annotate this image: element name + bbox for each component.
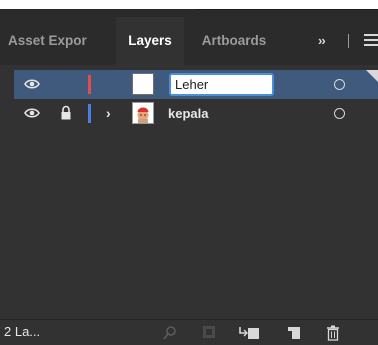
new-sublayer-icon[interactable] — [238, 325, 260, 341]
trash-icon[interactable] — [326, 325, 340, 341]
tab-separator — [348, 34, 349, 48]
background-strip — [0, 0, 378, 9]
eye-icon[interactable] — [24, 78, 40, 90]
layer-count-label: 2 La... — [4, 324, 41, 339]
layer-name-label[interactable]: kepala — [168, 99, 208, 128]
lock-icon[interactable] — [59, 105, 73, 121]
tab-artboards[interactable]: Artboards — [184, 17, 284, 65]
target-circle-icon[interactable] — [334, 108, 345, 119]
layer-thumbnail — [132, 73, 154, 95]
search-icon[interactable] — [162, 325, 178, 341]
layers-panel: Asset Expor Layers Artboards ›› › — [0, 0, 378, 345]
eye-icon[interactable] — [24, 107, 40, 119]
layer-row-leher[interactable] — [14, 70, 378, 99]
tab-layers[interactable]: Layers — [116, 17, 184, 65]
panel-footer: 2 La... — [0, 319, 378, 345]
panel-left-edge — [0, 65, 14, 317]
layer-row-kepala[interactable]: › kepala — [14, 99, 378, 128]
top-divider — [195, 9, 378, 10]
layer-color-indicator — [88, 75, 91, 94]
layer-thumbnail — [132, 102, 154, 124]
tab-asset-export[interactable]: Asset Expor — [0, 17, 116, 65]
chevron-right-icon[interactable]: › — [106, 105, 111, 121]
target-circle-icon[interactable] — [334, 79, 345, 90]
hamburger-menu-icon[interactable] — [364, 34, 378, 47]
selection-corner-indicator — [366, 70, 378, 82]
clipping-mask-icon[interactable] — [202, 325, 216, 339]
layer-name-input[interactable] — [169, 73, 274, 96]
new-layer-icon[interactable] — [286, 325, 302, 341]
tab-overflow-button[interactable]: ›› — [318, 17, 326, 65]
layer-color-indicator — [88, 104, 91, 123]
